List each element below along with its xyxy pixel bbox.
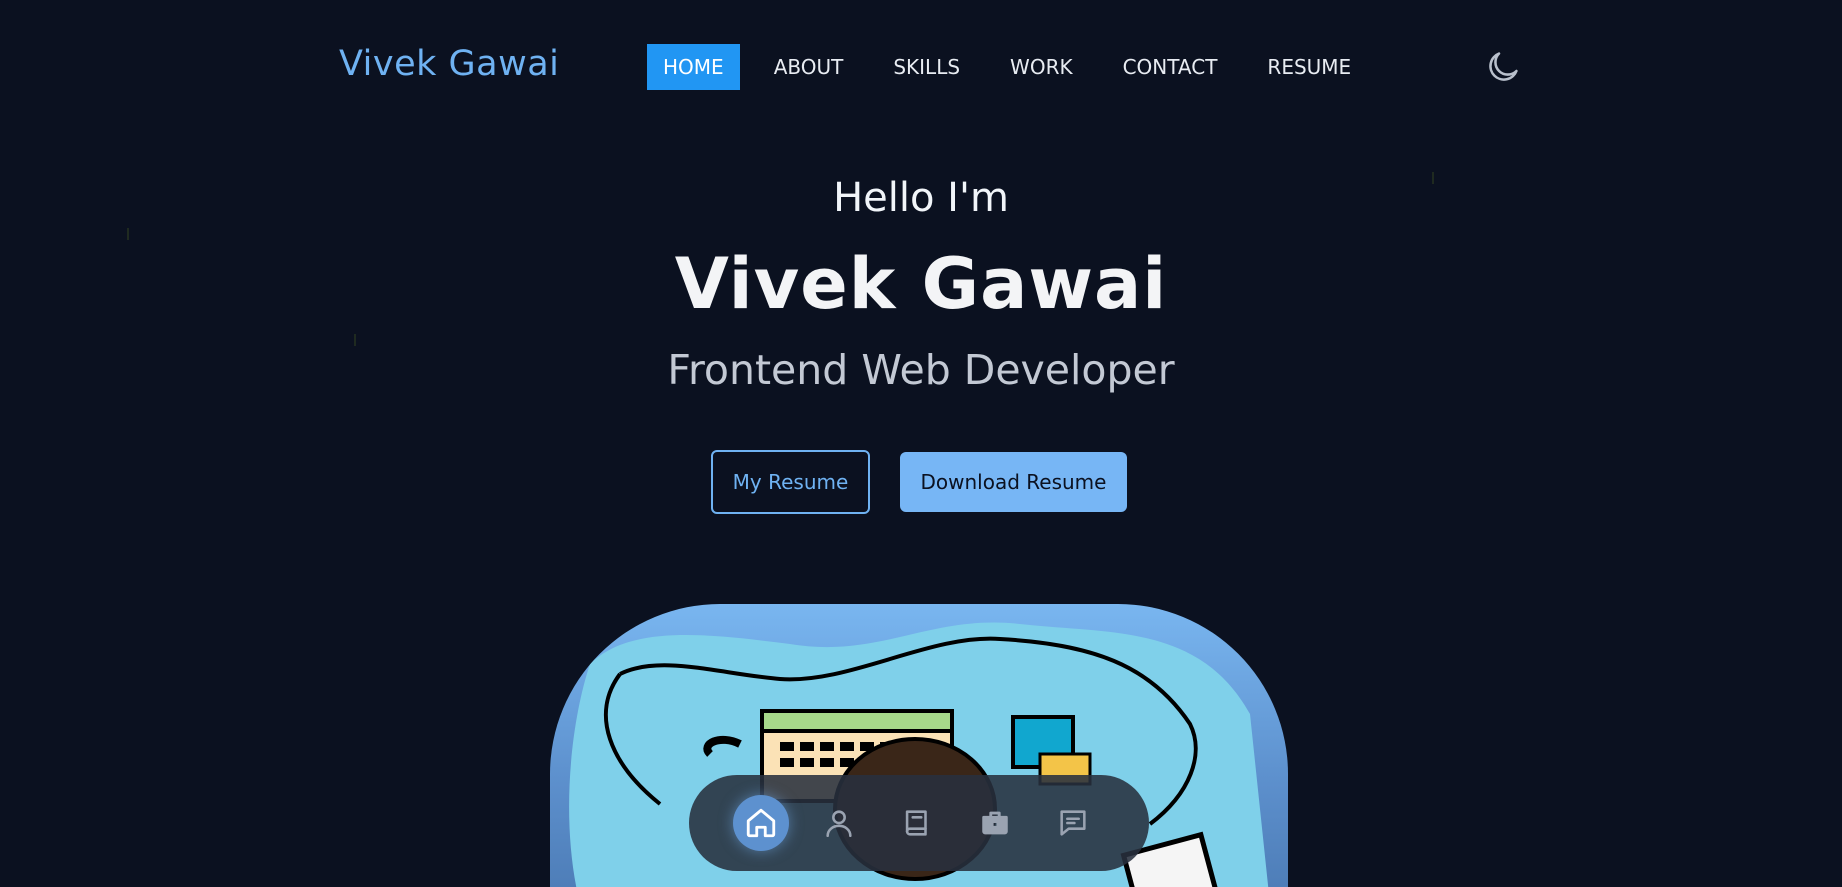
dock-item-skills[interactable] (889, 795, 945, 851)
decorative-speck (127, 228, 129, 240)
nav-item-work[interactable]: WORK (994, 44, 1089, 90)
dock-item-contact[interactable] (1045, 795, 1101, 851)
bottom-dock-nav (689, 775, 1149, 871)
my-resume-button[interactable]: My Resume (711, 450, 870, 514)
nav-item-skills[interactable]: SKILLS (877, 44, 976, 90)
decorative-speck (354, 334, 356, 346)
main-nav: HOME ABOUT SKILLS WORK CONTACT RESUME (647, 44, 1385, 90)
message-icon (1060, 810, 1086, 836)
moon-icon (1489, 52, 1518, 81)
dock-item-about[interactable] (811, 795, 867, 851)
nav-item-home[interactable]: HOME (647, 44, 740, 90)
dock-item-work[interactable] (967, 795, 1023, 851)
theme-toggle-button[interactable] (1484, 48, 1522, 86)
nav-item-about[interactable]: ABOUT (758, 44, 860, 90)
nav-item-contact[interactable]: CONTACT (1107, 44, 1234, 90)
home-icon (746, 808, 776, 838)
hero-name: Vivek Gawai (674, 243, 1168, 325)
nav-item-resume[interactable]: RESUME (1251, 44, 1367, 90)
page: Vivek Gawai HOME ABOUT SKILLS WORK CONTA… (0, 0, 1842, 887)
site-logo[interactable]: Vivek Gawai (339, 44, 559, 84)
hero-greeting: Hello I'm (833, 175, 1009, 221)
book-icon (905, 810, 927, 836)
download-resume-button[interactable]: Download Resume (900, 452, 1127, 512)
dock-item-home[interactable] (733, 795, 789, 851)
briefcase-icon (982, 811, 1008, 835)
user-icon (826, 810, 852, 838)
hero-role: Frontend Web Developer (667, 346, 1175, 394)
